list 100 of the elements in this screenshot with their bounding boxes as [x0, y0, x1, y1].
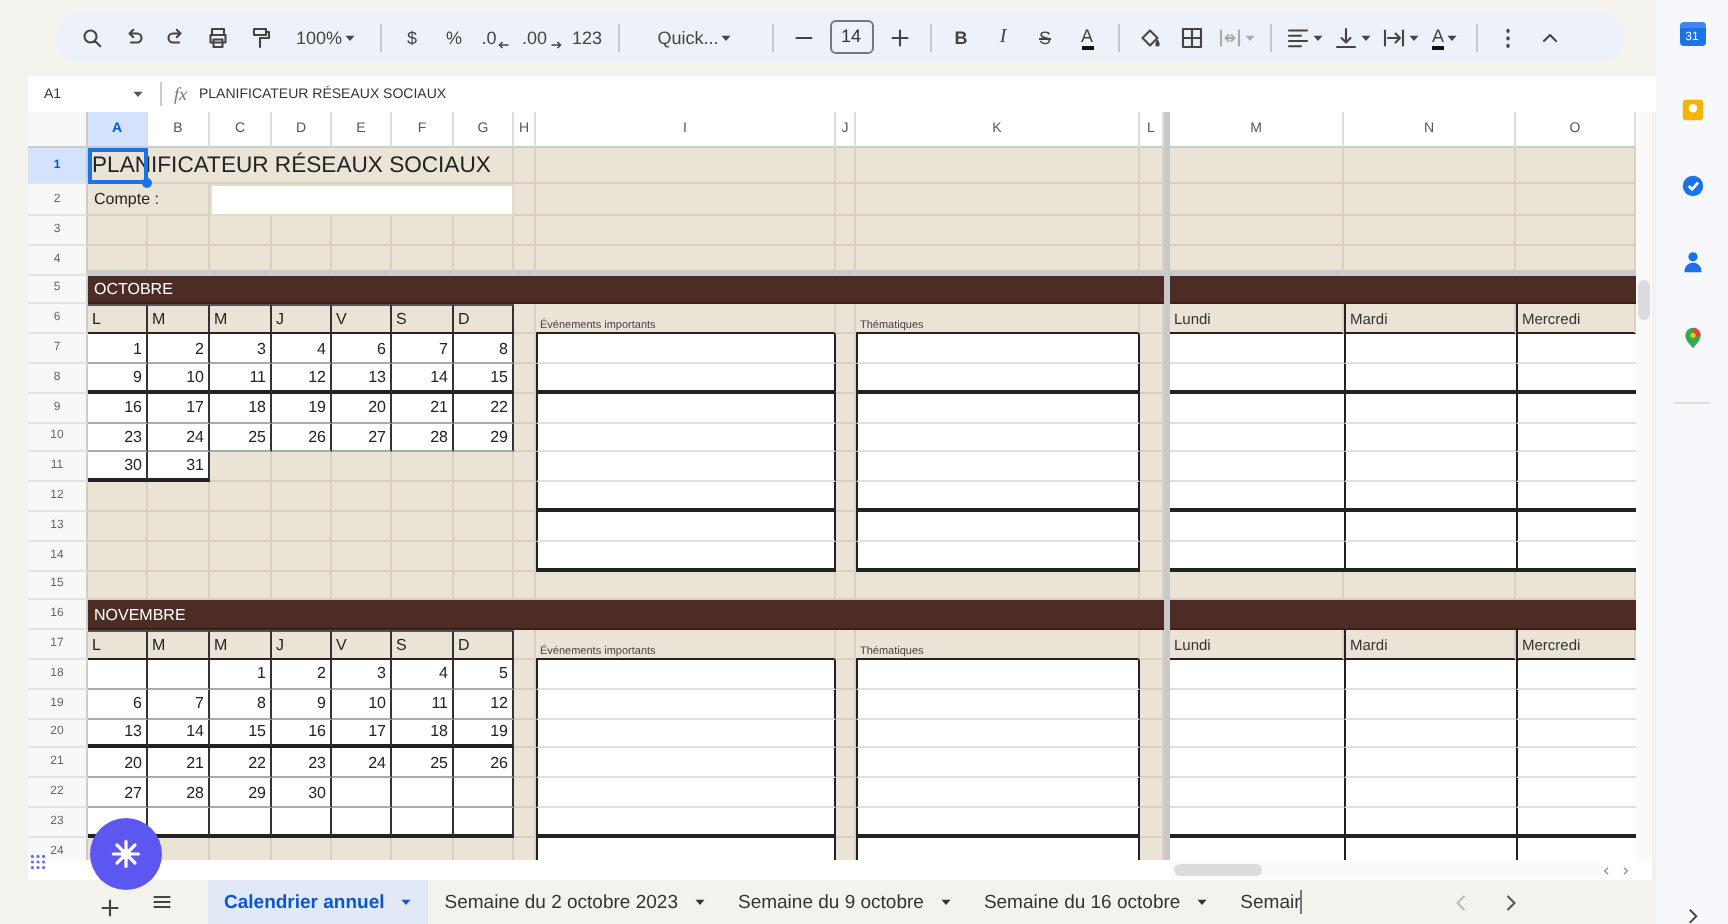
sheet-tab[interactable]: Semaine du 2 octobre 2023	[428, 880, 722, 924]
undo-icon	[122, 25, 146, 49]
day-cell: 22	[454, 393, 514, 424]
empty-cell	[836, 630, 856, 660]
scrollbar[interactable]	[1638, 280, 1650, 320]
fx-label: fx	[174, 84, 187, 104]
number-format-button[interactable]: 123	[567, 17, 608, 57]
sheet-tab[interactable]: Semair	[1224, 880, 1319, 924]
empty-cell	[272, 216, 332, 246]
day-cell: 13	[332, 363, 392, 394]
caret-icon	[1446, 31, 1459, 43]
dots-grid-icon[interactable]	[30, 854, 46, 870]
chevron-right-icon[interactable]	[1504, 893, 1518, 911]
day-cell: 21	[392, 393, 454, 424]
empty-cell	[836, 304, 856, 335]
day-cell: 18	[210, 393, 272, 424]
empty-cell	[148, 216, 210, 246]
day-cell: 15	[210, 719, 272, 749]
day-cell: 26	[272, 423, 332, 453]
font-dropdown[interactable]: Quick...	[629, 17, 762, 57]
text-color-button[interactable]: A	[1067, 17, 1108, 57]
day-cell: 19	[272, 393, 332, 424]
caret-icon	[1359, 31, 1372, 43]
person-icon[interactable]	[1679, 250, 1705, 274]
decrease-decimal-button[interactable]: .0	[476, 17, 516, 57]
day-cell: 6	[332, 334, 392, 364]
day-cell: 24	[148, 423, 210, 453]
wrap-icon	[1381, 25, 1406, 49]
empty-cell	[514, 630, 536, 660]
caret-icon	[720, 31, 733, 43]
scroll-arrows-icon[interactable]	[1600, 863, 1632, 877]
day-cell: 3	[332, 659, 392, 690]
increase-size-icon	[887, 25, 912, 49]
day-cell: 2	[272, 659, 332, 690]
day-cell: 25	[392, 748, 454, 779]
day-cell: 13	[88, 719, 148, 749]
day-cell: 24	[332, 748, 392, 779]
bold-button[interactable]: B	[941, 17, 982, 57]
fill-bucket-icon	[1137, 25, 1162, 49]
month-header: OCTOBRE	[88, 275, 1164, 305]
account-field[interactable]	[210, 184, 514, 216]
day-cell: 12	[454, 689, 514, 720]
caret-icon	[1311, 31, 1324, 43]
increase-decimal-button[interactable]: .00	[518, 17, 566, 57]
day-cell: 10	[332, 689, 392, 720]
sheet-tab[interactable]: Calendrier annuel	[208, 880, 429, 924]
chevron-right-icon[interactable]	[1685, 907, 1699, 924]
day-cell: 1	[88, 334, 148, 364]
day-cell: 17	[148, 393, 210, 424]
day-cell: 10	[148, 363, 210, 394]
plus-icon	[100, 898, 120, 918]
caret-icon	[400, 896, 413, 908]
day-cell: 1	[210, 659, 272, 690]
text-rotation-button[interactable]: A	[1425, 17, 1466, 57]
day-cell: 26	[454, 748, 514, 779]
day-cell: 15	[454, 363, 514, 394]
day-cell: 28	[148, 778, 210, 808]
day-cell: 23	[88, 423, 148, 453]
right-arrow-icon	[549, 39, 562, 49]
day-cell: 27	[332, 423, 392, 453]
menu-icon	[152, 892, 172, 912]
day-cell: 14	[148, 719, 210, 749]
empty-cell	[392, 452, 454, 483]
sheet-tab[interactable]: Semaine du 16 octobre	[967, 880, 1225, 924]
caret-icon	[1243, 31, 1256, 43]
italic-button[interactable]: I	[983, 17, 1024, 57]
scrollbar[interactable]	[1170, 862, 1600, 878]
font-size-field[interactable]: 14	[829, 20, 874, 54]
currency-button[interactable]: $	[392, 17, 432, 57]
day-cell: 20	[332, 393, 392, 424]
sheet-tab[interactable]: Semaine du 9 octobre	[721, 880, 968, 924]
empty-cell	[514, 304, 536, 335]
day-cell: 17	[332, 719, 392, 749]
caret-icon	[939, 896, 952, 908]
empty-cell	[454, 452, 514, 483]
month-header: NOVEMBRE	[88, 600, 1164, 631]
day-cell: 25	[210, 423, 272, 453]
day-cell: 11	[210, 363, 272, 394]
day-cell: 16	[272, 719, 332, 749]
day-cell: 30	[272, 778, 332, 808]
day-cell: 21	[148, 748, 210, 779]
paint-roller-icon	[248, 25, 272, 49]
day-cell: 4	[272, 334, 332, 364]
empty-cell	[210, 216, 272, 246]
percent-button[interactable]: %	[434, 17, 474, 57]
day-cell: 9	[272, 689, 332, 720]
day-cell: 2	[148, 334, 210, 364]
empty-cell	[332, 216, 392, 246]
strikethrough-button[interactable]: S	[1025, 17, 1066, 57]
day-cell: 29	[210, 778, 272, 808]
day-cell: 19	[454, 719, 514, 749]
map-pin-icon[interactable]	[1679, 325, 1705, 350]
day-cell: 5	[454, 659, 514, 690]
empty-cell	[392, 216, 454, 246]
tasks-check-icon[interactable]	[1679, 174, 1705, 199]
caret-icon[interactable]	[132, 88, 144, 100]
caret-icon	[1196, 896, 1209, 908]
day-cell: 8	[454, 334, 514, 364]
zoom-dropdown[interactable]: 100%	[282, 17, 370, 57]
day-cell: 9	[88, 363, 148, 394]
